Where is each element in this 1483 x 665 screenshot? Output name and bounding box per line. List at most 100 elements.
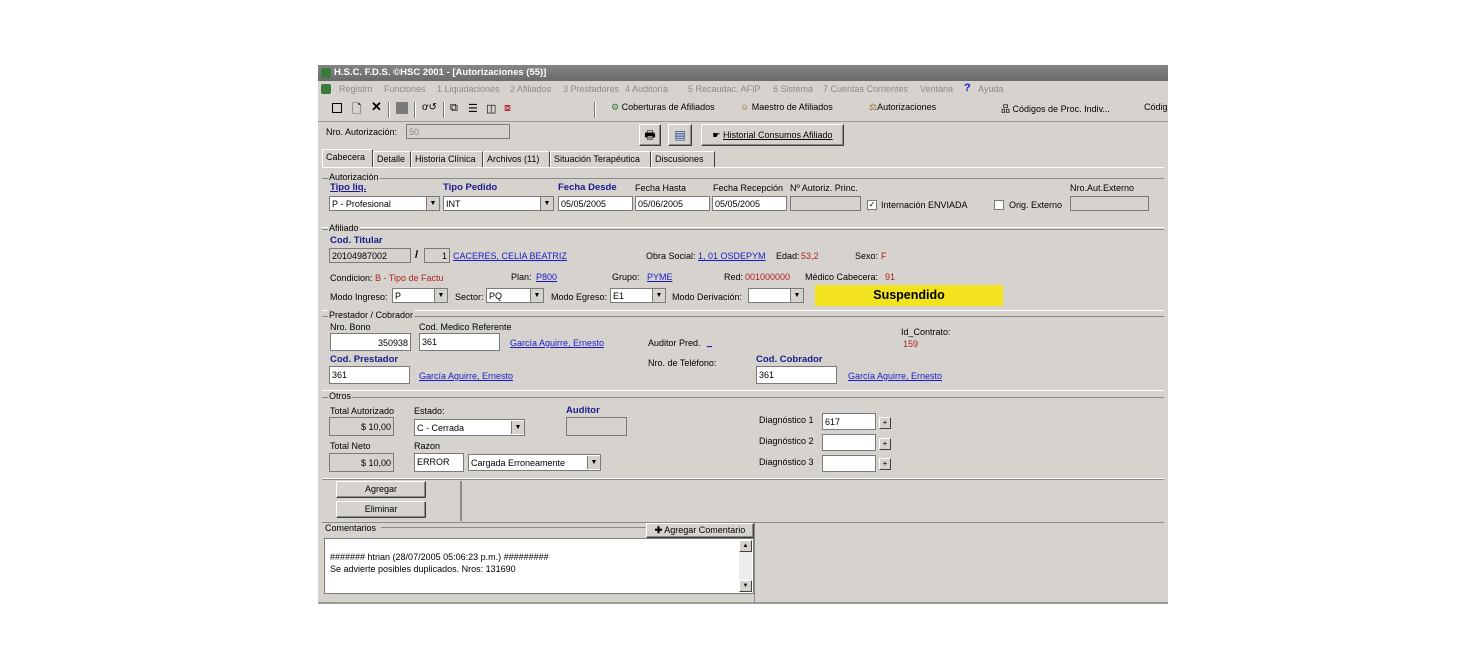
fecha-hasta-field[interactable]: 05/06/2005 [635,196,710,211]
nro-bono-field[interactable]: 350938 [330,333,411,351]
print-button[interactable]: 🖶 [639,124,661,146]
menu-registro[interactable]: Registro [339,84,373,94]
delete-icon[interactable]: ✕ [371,99,382,114]
menu-sistema[interactable]: 6 Sistema [773,84,813,94]
nro-aut-externo-field[interactable] [1070,196,1149,211]
maestro-button[interactable]: ☺ Maestro de Afiliados [740,102,833,117]
internacion-checkbox[interactable]: ✓ [867,200,877,210]
menu-cuentas-corrientes[interactable]: 7 Cuentas Corrientes [823,84,908,94]
eliminar-button[interactable]: Eliminar [336,501,426,518]
razon-code-field[interactable]: ERROR [414,453,464,472]
orig-externo-label: Orig. Externo [1009,200,1063,210]
obra-social-link[interactable]: 1, 01 OSDEPYM [698,251,766,261]
menu-recaudac-afip[interactable]: 5 Recaudac. AFIP [688,84,761,94]
total-neto-field[interactable]: $ 10,00 [329,453,394,472]
comentarios-scrollbar[interactable]: ▲ ▼ [739,540,752,592]
menu-afiliados[interactable]: 2 Afiliados [510,84,551,94]
menu-ayuda[interactable]: Ayuda [978,84,1003,94]
diagnostico-1-field[interactable]: 617 [822,413,876,430]
chevron-down-icon[interactable]: ▼ [511,421,524,434]
toolbar-separator [443,102,445,118]
close-windows-icon[interactable]: ⧇ [504,102,511,117]
comentarios-textarea[interactable]: ####### htrian (28/07/2005 05:06:23 p.m.… [324,538,754,594]
menu-prestadores[interactable]: 3 Prestadores [563,84,619,94]
menu-auditoria[interactable]: 4 Auditoría [625,84,668,94]
auditor-field[interactable] [566,417,627,436]
stop-icon[interactable] [396,102,408,117]
scroll-up-icon[interactable]: ▲ [739,540,752,552]
chevron-down-icon[interactable]: ▼ [426,197,439,210]
chevron-down-icon[interactable]: ▼ [434,289,447,302]
tab-detalle[interactable]: Detalle [373,151,411,167]
tipo-pedido-select[interactable]: INT ▼ [443,196,554,211]
grupo-link[interactable]: PYME [647,272,673,282]
autorizaciones-button[interactable]: ⚖Autorizaciones [869,102,936,117]
printer-icon: 🖶 [644,128,656,142]
afiliado-name-link[interactable]: CACERES, CELIA BEATRIZ [453,251,567,261]
cod-medico-referente-link[interactable]: García Aguirre, Ernesto [510,338,604,348]
chevron-down-icon[interactable]: ▼ [652,289,665,302]
status-badge: Suspendido [815,285,1003,306]
modo-egreso-value: E1 [613,291,625,301]
fecha-recepcion-label: Fecha Recepción [713,183,784,193]
menu-ventana[interactable]: Ventana [920,84,953,94]
coberturas-button[interactable]: ⚙ Coberturas de Afiliados [611,102,715,117]
fecha-recepcion-field[interactable]: 05/05/2005 [712,196,787,211]
diagnostico-3-label: Diagnóstico 3 [759,457,814,467]
chevron-down-icon[interactable]: ▼ [587,456,600,469]
tile-vertical-icon[interactable]: ◫ [486,102,496,117]
diagnostico-2-lookup-button[interactable]: + [879,438,891,450]
tab-archivos[interactable]: Archivos (11) [483,151,550,167]
sub-titular-field[interactable]: 1 [424,248,450,263]
sector-select[interactable]: PQ ▼ [486,288,544,303]
new-document-icon[interactable]: 🗋 [352,100,362,116]
razon-select[interactable]: Cargada Erroneamente ▼ [468,454,601,471]
diagnostico-1-lookup-button[interactable]: + [879,417,891,429]
diagnostico-3-field[interactable] [822,455,876,472]
tab-discusiones[interactable]: Discusiones [651,151,715,167]
tab-cabecera[interactable]: Cabecera [322,149,373,167]
chevron-down-icon[interactable]: ▼ [530,289,543,302]
cod-medico-referente-field[interactable]: 361 [419,333,500,351]
modo-egreso-select[interactable]: E1 ▼ [610,288,666,303]
nro-autorizacion-field[interactable]: 50 [406,124,510,139]
modo-derivacion-select[interactable]: ▼ [748,288,804,303]
codigos-button[interactable]: 品 Códigos de Proc. Indiv... [1001,102,1110,117]
cod-cobrador-field[interactable]: 361 [756,366,837,384]
estado-select[interactable]: C - Cerrada ▼ [414,419,525,436]
cod-prestador-field[interactable]: 361 [329,366,410,384]
diagnostico-2-field[interactable] [822,434,876,451]
cascade-icon[interactable]: ⧉ [450,102,458,117]
tile-horizontal-icon[interactable]: ☰ [468,102,478,117]
tipo-liq-select[interactable]: P - Profesional ▼ [329,196,440,211]
orig-externo-checkbox[interactable] [994,200,1004,210]
agregar-button[interactable]: Agregar [336,481,426,498]
scroll-down-icon[interactable]: ▼ [739,580,752,592]
tab-historia-clinica[interactable]: Historia Clínica [411,151,483,167]
razon-value: Cargada Erroneamente [471,458,566,468]
diagnostico-3-lookup-button[interactable]: + [879,458,891,470]
total-autorizado-field[interactable]: $ 10,00 [329,417,394,436]
codig-button[interactable]: Códig [1144,102,1168,117]
agregar-comentario-button[interactable]: ✚ Agregar Comentario [646,523,754,538]
auditor-pred-link[interactable]: _ [707,337,712,347]
search-refresh-icon[interactable]: ơ↺ [422,102,437,117]
tab-situacion-terapeutica[interactable]: Situación Terapéutica [550,151,651,167]
cod-prestador-link[interactable]: García Aguirre, Ernesto [419,371,513,381]
historial-consumos-button[interactable]: ☛ Historial Consumos Afiliado [701,124,844,146]
menu-app-icon[interactable] [321,84,331,94]
preview-button[interactable]: ▤ [668,124,692,146]
chevron-down-icon[interactable]: ▼ [790,289,803,302]
properties-icon[interactable] [332,102,342,117]
fecha-desde-field[interactable]: 05/05/2005 [558,196,633,211]
chevron-down-icon[interactable]: ▼ [540,197,553,210]
menu-funciones[interactable]: Funciones [384,84,426,94]
cod-titular-field[interactable]: 20104987002 [329,248,411,263]
nro-autoriz-princ-field[interactable] [790,196,861,211]
menu-liquidaciones[interactable]: 1 Liquidaciones [437,84,500,94]
cod-cobrador-link[interactable]: García Aguirre, Ernesto [848,371,942,381]
plan-link[interactable]: P800 [536,272,557,282]
prestador-title: Prestador / Cobrador [328,310,415,320]
modo-ingreso-select[interactable]: P ▼ [392,288,448,303]
estado-value: C - Cerrada [417,423,465,433]
